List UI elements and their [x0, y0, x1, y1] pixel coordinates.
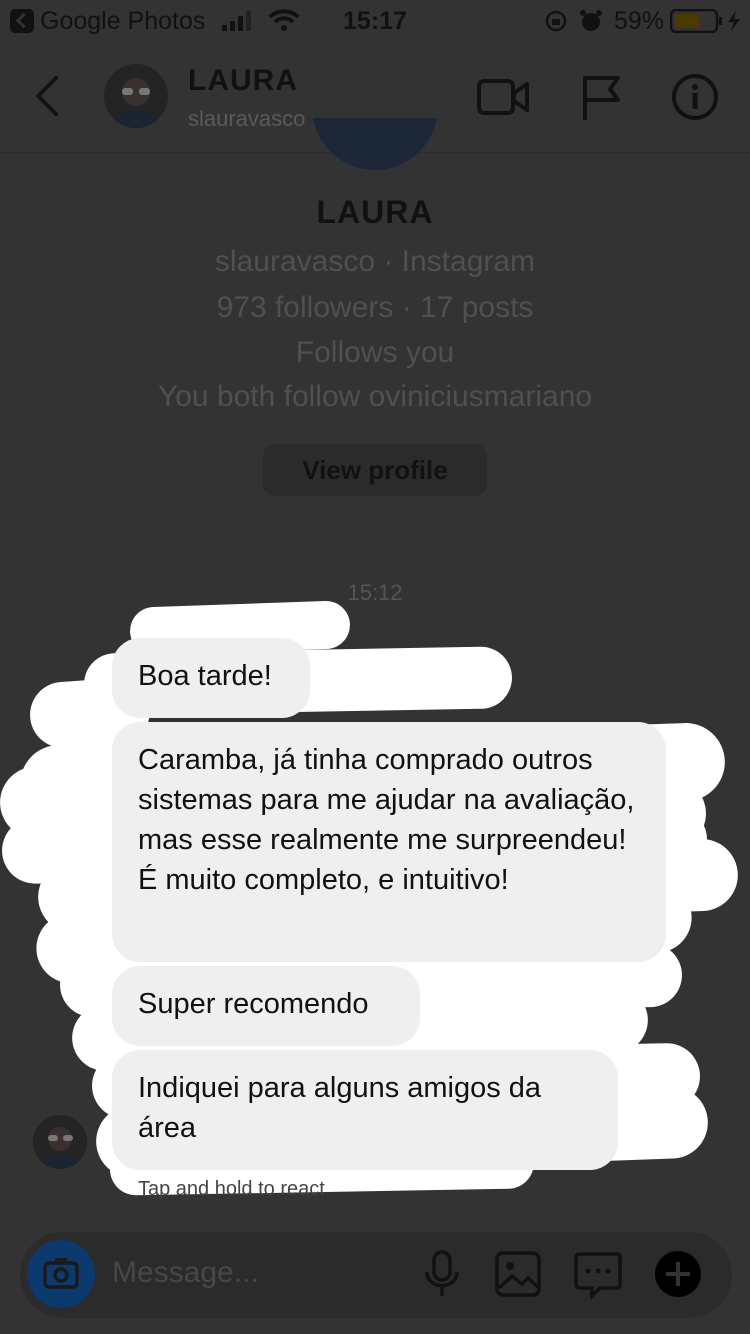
message-bubble[interactable]: Indiquei para alguns amigos da área — [112, 1050, 618, 1170]
view-profile-button[interactable]: View profile — [263, 444, 487, 496]
avatar[interactable] — [104, 64, 168, 128]
message-bubble[interactable]: Super recomendo — [112, 966, 420, 1046]
profile-picture[interactable] — [312, 118, 438, 170]
header-username[interactable]: slauravasco — [188, 106, 305, 132]
camera-icon — [43, 1258, 79, 1289]
plus-icon — [666, 1262, 690, 1286]
mutual-follow-label: You both follow oviniciusmariano — [157, 380, 593, 413]
info-icon[interactable] — [670, 72, 720, 122]
message-bubble[interactable]: Boa tarde! — [112, 638, 310, 718]
profile-stats: 973 followers · 17 posts — [216, 291, 534, 324]
avatar-photo — [33, 1115, 87, 1169]
gallery-icon[interactable] — [494, 1250, 542, 1298]
video-call-icon[interactable] — [476, 76, 530, 118]
battery-icon — [670, 9, 740, 33]
microphone-icon[interactable] — [423, 1250, 461, 1298]
profile-name: LAURA — [316, 194, 434, 230]
sticker-chat-icon[interactable] — [574, 1250, 622, 1300]
header-title[interactable]: LAURA — [188, 64, 298, 98]
rotation-lock-icon — [545, 10, 567, 32]
alarm-icon — [580, 10, 602, 31]
message-bubble[interactable]: Caramba, já tinha comprado outros sistem… — [112, 722, 666, 962]
back-arrow-icon[interactable] — [32, 74, 62, 118]
sender-avatar[interactable] — [33, 1115, 87, 1169]
avatar-photo — [104, 64, 168, 128]
message-timestamp: 15:12 — [347, 580, 403, 605]
profile-source: slauravasco · Instagram — [214, 245, 536, 278]
flag-icon[interactable] — [580, 74, 624, 122]
react-hint: Tap and hold to react — [138, 1178, 325, 1200]
add-button[interactable] — [655, 1251, 701, 1297]
camera-button[interactable] — [27, 1240, 95, 1308]
message-input[interactable]: Message... — [112, 1256, 259, 1290]
follows-you-label: Follows you — [295, 336, 455, 369]
battery-percent: 59% — [614, 7, 665, 35]
status-bar: Google Photos 15:17 59% — [0, 0, 750, 42]
